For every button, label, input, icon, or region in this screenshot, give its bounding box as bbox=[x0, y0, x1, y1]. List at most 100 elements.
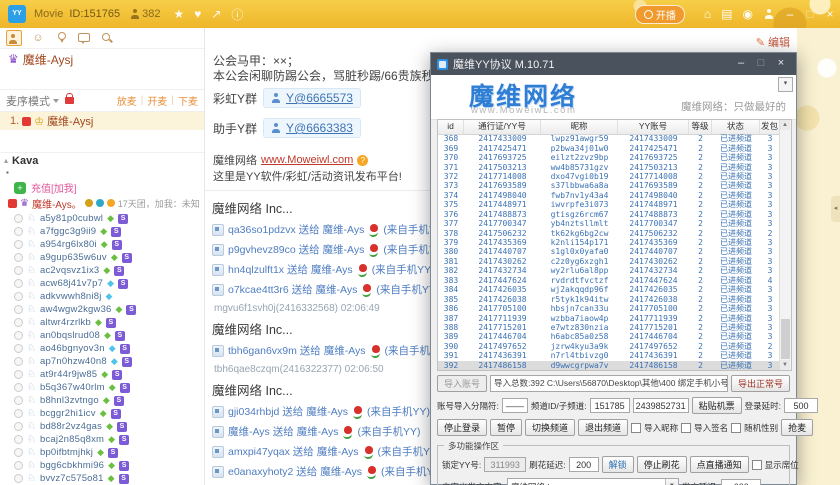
share-icon[interactable]: ↗ bbox=[211, 7, 221, 21]
close-icon[interactable]: × bbox=[772, 56, 790, 72]
radio-icon[interactable] bbox=[14, 344, 23, 353]
mic-action-1[interactable]: 开麦 bbox=[147, 93, 167, 108]
recharge-row[interactable]: + 充值[加我] bbox=[0, 180, 204, 195]
list-item[interactable]: ♘ at9r44r9jw85 ◆ S bbox=[0, 368, 204, 381]
home-icon[interactable]: ⌂ bbox=[704, 7, 711, 21]
scroll-up-icon[interactable]: ▲ bbox=[780, 120, 790, 130]
channel-list-icon[interactable]: ▤ bbox=[721, 7, 732, 21]
radio-icon[interactable] bbox=[14, 383, 23, 392]
group-link-box[interactable]: Y@6665573 bbox=[263, 88, 361, 108]
radio-icon[interactable] bbox=[14, 331, 23, 340]
radio-icon[interactable] bbox=[14, 305, 23, 314]
import-accounts-button[interactable]: 导入账号 bbox=[437, 375, 488, 392]
list-item[interactable]: ♘ altwr4rzrlkb ◆ S bbox=[0, 316, 204, 329]
column-header[interactable]: 昵称 bbox=[541, 120, 618, 134]
tool-window-titlebar[interactable]: 魔维YY协议 M.10.71 – □ × bbox=[431, 53, 796, 75]
subchannel-input[interactable] bbox=[632, 398, 689, 413]
favorite-star-icon[interactable]: ★ bbox=[173, 7, 184, 21]
app-logo-icon[interactable]: YY bbox=[8, 5, 26, 23]
list-item[interactable]: ♘ a954rg6lx80i ◆ S bbox=[0, 238, 204, 251]
mic-queue-row[interactable]: 1. ♔ 魔维-Aysj bbox=[0, 112, 204, 130]
members-tab-icon[interactable] bbox=[6, 30, 22, 46]
radio-icon[interactable] bbox=[14, 409, 23, 418]
user-icon[interactable] bbox=[764, 9, 774, 19]
list-item[interactable]: ♘ aw4wgw2kgw36 ◆ S bbox=[0, 303, 204, 316]
chevron-down-icon[interactable]: ▾ bbox=[778, 77, 793, 92]
paste-ticket-button[interactable]: 粘贴机票 bbox=[691, 397, 742, 414]
list-item[interactable]: ♘ b8hnl3zvtngo ◆ S bbox=[0, 394, 204, 407]
list-item[interactable]: ♘ b5q367w40rlm ◆ S bbox=[0, 381, 204, 394]
main-close-button[interactable]: × bbox=[820, 7, 840, 21]
export-valid-button[interactable]: 导出正常号 bbox=[730, 375, 790, 392]
edit-button[interactable]: ✎ 编辑 bbox=[756, 34, 790, 50]
list-item[interactable]: ♘ bgg6cbkhmi96 ◆ S bbox=[0, 459, 204, 472]
info-icon[interactable]: ⓘ bbox=[231, 6, 243, 23]
list-item[interactable]: ♘ bd88r2vz4gas ◆ S bbox=[0, 420, 204, 433]
list-item[interactable]: ♘ acw68j41v7p7 ◆ S bbox=[0, 277, 204, 290]
minimize-icon[interactable]: – bbox=[732, 56, 750, 72]
stop-flower-button[interactable]: 停止刷花 bbox=[636, 456, 687, 473]
unlock-button[interactable]: 解锁 bbox=[601, 456, 634, 473]
site-link[interactable]: www.Moweiwl.com bbox=[261, 154, 353, 166]
radio-icon[interactable] bbox=[14, 448, 23, 457]
radio-icon[interactable] bbox=[14, 357, 23, 366]
list-item[interactable]: ♘ bvvz7c575o81 ◆ S bbox=[0, 472, 204, 485]
grab-mic-button[interactable]: 抢麦 bbox=[781, 419, 814, 436]
tree-toggle[interactable]: ▪ bbox=[0, 168, 204, 180]
list-item[interactable]: ♘ adkvwwh8ni8j ◆ bbox=[0, 290, 204, 303]
location-pin-icon[interactable] bbox=[54, 31, 68, 45]
radio-icon[interactable] bbox=[14, 396, 23, 405]
list-item[interactable]: ♘ a7fggc3g9ii9 ◆ S bbox=[0, 225, 204, 238]
main-maximize-button[interactable]: □ bbox=[800, 7, 820, 21]
like-icon[interactable]: ♥ bbox=[194, 7, 201, 21]
stop-login-button[interactable]: 停止登录 bbox=[437, 419, 488, 436]
radio-icon[interactable] bbox=[14, 435, 23, 444]
list-item[interactable]: ♘ ao46bgnyov3n ◆ S bbox=[0, 342, 204, 355]
list-item[interactable]: ♘ ac2vqsvz1ix3 ◆ S bbox=[0, 264, 204, 277]
column-header[interactable]: 通行证/YY号 bbox=[464, 120, 541, 134]
lock-yy-input[interactable] bbox=[484, 457, 527, 472]
speech-delay-input[interactable] bbox=[721, 479, 762, 485]
login-delay-input[interactable] bbox=[784, 398, 818, 413]
channel-id-input[interactable] bbox=[589, 398, 630, 413]
maximize-icon[interactable]: □ bbox=[752, 56, 770, 72]
chat-bubble-icon[interactable] bbox=[77, 31, 91, 45]
list-item[interactable]: ♘ bp0ifbtmjhkj ◆ S bbox=[0, 446, 204, 459]
group-link[interactable]: Y@6665573 bbox=[286, 91, 353, 105]
radio-icon[interactable] bbox=[14, 227, 23, 236]
list-item[interactable]: ♘ a5y81p0cubwl ◆ S bbox=[0, 212, 204, 225]
game-icon[interactable]: ◉ bbox=[743, 7, 753, 21]
list-item[interactable]: ♘ bcggr2hi1icv ◆ S bbox=[0, 407, 204, 420]
mic-action-0[interactable]: 放麦 bbox=[117, 93, 137, 108]
list-item[interactable]: ♘ a9gup635w6uv ◆ S bbox=[0, 251, 204, 264]
scrollbar-thumb[interactable] bbox=[781, 319, 790, 359]
list-item[interactable]: ♘ an0bqslrud08 ◆ S bbox=[0, 329, 204, 342]
show-seat-checkbox[interactable]: 显示席位 bbox=[751, 459, 799, 471]
radio-icon[interactable] bbox=[14, 370, 23, 379]
search-icon[interactable] bbox=[100, 31, 114, 45]
speech-combo[interactable]: 魔维网络 Inc... ▼ bbox=[506, 478, 679, 485]
radio-icon[interactable] bbox=[14, 422, 23, 431]
import-signature-checkbox[interactable]: 导入签名 bbox=[681, 422, 728, 434]
group-link-box[interactable]: Y@6663383 bbox=[263, 118, 361, 138]
collapse-handle[interactable]: ◂ bbox=[831, 196, 840, 222]
exit-channel-button[interactable]: 退出频道 bbox=[578, 419, 629, 436]
pause-button[interactable]: 暂停 bbox=[490, 419, 523, 436]
column-header[interactable]: YY账号 bbox=[618, 120, 689, 134]
switch-channel-button[interactable]: 切换频道 bbox=[525, 419, 576, 436]
group-link[interactable]: Y@6663383 bbox=[286, 121, 353, 135]
table-scrollbar[interactable]: ▲ ▼ bbox=[779, 120, 791, 370]
table-row[interactable]: 392 2417486158 d9wwcgrpwa7v 2417486158 2 已进频道… bbox=[438, 360, 780, 370]
main-minimize-button[interactable]: – bbox=[780, 7, 800, 21]
chevron-down-icon[interactable] bbox=[53, 98, 59, 103]
radio-icon[interactable] bbox=[14, 253, 23, 262]
radio-icon[interactable] bbox=[14, 240, 23, 249]
scroll-down-icon[interactable]: ▼ bbox=[780, 360, 790, 370]
collapse-triangle-icon[interactable]: ▴ bbox=[4, 156, 8, 165]
column-header[interactable]: 等级 bbox=[689, 120, 712, 134]
question-icon[interactable]: ? bbox=[357, 154, 369, 166]
smiley-icon[interactable]: ☺ bbox=[31, 31, 45, 45]
radio-icon[interactable] bbox=[14, 214, 23, 223]
radio-icon[interactable] bbox=[14, 474, 23, 483]
column-header[interactable]: 状态 bbox=[712, 120, 760, 134]
